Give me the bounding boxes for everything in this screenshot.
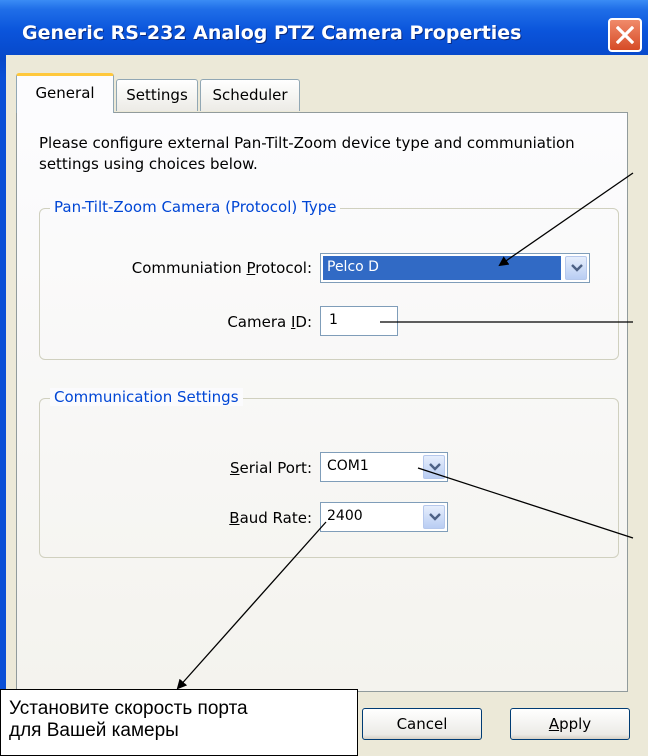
protocol-value: Pelco D bbox=[327, 259, 379, 275]
dialog-client-area: General Settings Scheduler Please config… bbox=[6, 55, 648, 756]
chevron-down-icon bbox=[429, 513, 441, 521]
close-icon bbox=[616, 26, 634, 44]
window-title: Generic RS-232 Analog PTZ Camera Propert… bbox=[22, 22, 522, 44]
chevron-down-icon bbox=[429, 463, 441, 471]
cancel-button[interactable]: Cancel bbox=[362, 708, 482, 740]
baud-rate-select[interactable]: 2400 bbox=[320, 502, 448, 532]
serial-port-value: COM1 bbox=[327, 458, 369, 474]
camera-id-input[interactable]: 1 bbox=[320, 306, 398, 336]
comm-group-title: Communication Settings bbox=[50, 388, 243, 406]
ptz-protocol-group: Pan-Tilt-Zoom Camera (Protocol) Type Com… bbox=[39, 198, 619, 360]
intro-text: Please configure external Pan-Tilt-Zoom … bbox=[39, 134, 575, 173]
serial-port-dropdown-button[interactable] bbox=[423, 455, 445, 479]
tab-panel-general: Please configure external Pan-Tilt-Zoom … bbox=[16, 112, 628, 692]
tab-general[interactable]: General bbox=[16, 73, 114, 113]
communication-settings-group: Communication Settings Serial Port: COM1… bbox=[39, 388, 619, 558]
protocol-label: Communiation Protocol: bbox=[131, 259, 312, 277]
chevron-down-icon bbox=[571, 264, 583, 272]
protocol-select[interactable]: Pelco D bbox=[320, 253, 590, 283]
close-button[interactable] bbox=[608, 18, 642, 52]
serial-port-label: Serial Port: bbox=[229, 459, 312, 477]
baud-rate-label: Baud Rate: bbox=[229, 509, 312, 527]
camera-id-label: Camera ID: bbox=[227, 313, 312, 331]
tab-scheduler[interactable]: Scheduler bbox=[200, 79, 300, 111]
callout-line-1: Установите скорость порта bbox=[9, 698, 248, 719]
callout-line-2: для Вашей камеры bbox=[9, 720, 179, 741]
tab-settings[interactable]: Settings bbox=[116, 79, 198, 111]
baud-rate-value: 2400 bbox=[327, 508, 363, 524]
apply-button[interactable]: Apply bbox=[510, 708, 630, 740]
protocol-dropdown-button[interactable] bbox=[565, 256, 587, 280]
camera-id-value: 1 bbox=[329, 312, 338, 328]
ptz-group-title: Pan-Tilt-Zoom Camera (Protocol) Type bbox=[50, 198, 341, 216]
serial-port-select[interactable]: COM1 bbox=[320, 452, 448, 482]
baud-rate-dropdown-button[interactable] bbox=[423, 505, 445, 529]
annotation-callout: Установите скорость порта для Вашей каме… bbox=[0, 689, 358, 756]
dialog-window: Generic RS-232 Analog PTZ Camera Propert… bbox=[0, 0, 648, 756]
